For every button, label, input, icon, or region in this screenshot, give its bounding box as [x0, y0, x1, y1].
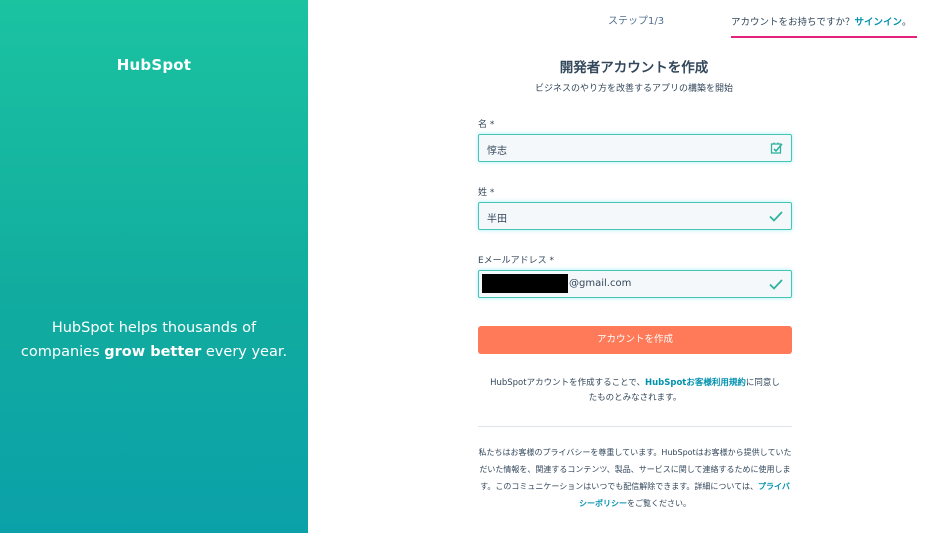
redacted-email-part [482, 274, 568, 293]
have-account-text: アカウントをお持ちですか？ [731, 17, 855, 28]
tagline-prefix: companies [20, 344, 105, 360]
tagline-bold: grow better [104, 344, 202, 360]
divider [478, 426, 792, 427]
first-name-field[interactable]: 惇志 [478, 134, 792, 162]
privacy-notice: 私たちはお客様のプライバシーを尊重しています。HubSpotはお客様から提供して… [478, 444, 792, 512]
privacy-text-before: 私たちはお客様のプライバシーを尊重しています。HubSpotはお客様から提供して… [478, 448, 792, 491]
first-name-label: 名 * [478, 120, 495, 130]
signin-period: 。 [902, 17, 912, 28]
last-name-field[interactable]: 半田 [478, 202, 792, 230]
email-field[interactable]: @gmail.com [478, 270, 792, 298]
tagline-suffix: every year. [201, 344, 288, 360]
tagline-line2: companies grow better every year. [0, 340, 308, 364]
privacy-text-after: をご覧ください。 [627, 499, 691, 508]
step-indicator: ステップ1/3 [608, 16, 665, 27]
terms-notice: HubSpotアカウントを作成することで、HubSpotお客様利用規約に同意した… [488, 376, 782, 406]
terms-text-before: HubSpotアカウントを作成することで、 [490, 378, 645, 388]
check-icon [769, 279, 783, 290]
email-label: Eメールアドレス * [478, 256, 555, 266]
create-account-button[interactable]: アカウントを作成 [478, 326, 792, 354]
first-name-value: 惇志 [487, 146, 507, 157]
tagline: HubSpot helps thousands of companies gro… [0, 316, 308, 364]
hubspot-logo: HubSpot [116, 56, 192, 74]
email-domain: @gmail.com [569, 278, 632, 289]
check-icon [769, 211, 783, 222]
last-name-label: 姓 * [478, 188, 495, 198]
last-name-value: 半田 [487, 214, 507, 225]
autofill-contact-icon[interactable] [768, 140, 784, 156]
signin-prompt: アカウントをお持ちですか？サインイン。 [731, 14, 917, 38]
page-title: 開発者アカウントを作成 [559, 60, 709, 76]
signup-panel: ステップ1/3 アカウントをお持ちですか？サインイン。 開発者アカウントを作成 … [308, 0, 925, 533]
terms-link[interactable]: HubSpotお客様利用規約 [645, 378, 746, 388]
tagline-line1: HubSpot helps thousands of [51, 320, 257, 336]
page-subtitle: ビジネスのやり方を改善するアプリの構築を開始 [534, 84, 733, 94]
signin-link[interactable]: サインイン [855, 17, 903, 28]
left-panel: HubSpot HubSpot helps thousands of compa… [0, 0, 308, 533]
